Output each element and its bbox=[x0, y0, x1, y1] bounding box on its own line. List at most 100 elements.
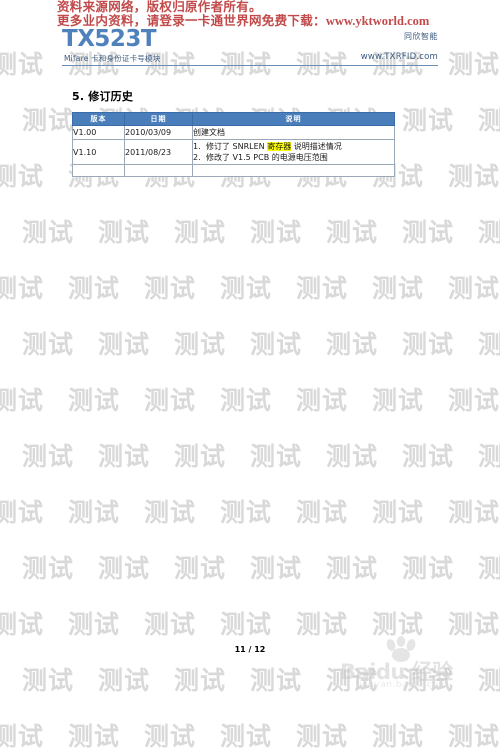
cell-description: 创建文档 bbox=[192, 125, 395, 140]
watermark-tile: 测试 bbox=[0, 610, 45, 639]
page-number: 11 / 12 bbox=[234, 645, 266, 654]
watermark-tile: 测试 bbox=[448, 162, 500, 191]
watermark-tile: 测试 bbox=[220, 386, 273, 415]
product-title: TX523T bbox=[62, 26, 157, 52]
watermark-tile: 测试 bbox=[144, 498, 197, 527]
watermark-tile: 测试 bbox=[174, 218, 227, 247]
column-header-description: 说明 bbox=[192, 112, 395, 126]
source-notice-line2-text: 更多业内资料，请登录一卡通世界网免费下载： bbox=[57, 14, 326, 28]
watermark-tile: 测试 bbox=[448, 610, 500, 639]
watermark-tile: 测试 bbox=[144, 610, 197, 639]
watermark-tile: 测试 bbox=[144, 274, 197, 303]
watermark-tile: 测试 bbox=[0, 50, 45, 79]
watermark-tile: 测试 bbox=[296, 722, 349, 751]
watermark-tile: 测试 bbox=[174, 554, 227, 583]
watermark-tile: 测试 bbox=[68, 274, 121, 303]
watermark-tile: 测试 bbox=[98, 330, 151, 359]
table-row bbox=[72, 164, 395, 177]
watermark-tile: 测试 bbox=[22, 554, 75, 583]
watermark-tile: 测试 bbox=[402, 106, 455, 135]
watermark-tile: 测试 bbox=[326, 218, 379, 247]
watermark-tile: 测试 bbox=[372, 274, 425, 303]
watermark-tile: 测试 bbox=[22, 666, 75, 695]
source-notice-line2: 更多业内资料，请登录一卡通世界网免费下载：www.yktworld.com bbox=[57, 15, 429, 28]
list-item: 2. 修改了 V1.5 PCB 的电源电压范围 bbox=[193, 152, 394, 163]
cell-version bbox=[72, 164, 125, 177]
list-item-text: 修改了 V1.5 PCB 的电源电压范围 bbox=[206, 153, 328, 162]
watermark-tile: 测试 bbox=[174, 330, 227, 359]
watermark-tile: 测试 bbox=[478, 442, 500, 471]
cell-version: V1.10 bbox=[72, 139, 125, 165]
cell-date: 2011/08/23 bbox=[124, 139, 193, 165]
watermark-tile: 测试 bbox=[402, 330, 455, 359]
watermark-tile: 测试 bbox=[250, 218, 303, 247]
watermark-tile: 测试 bbox=[22, 330, 75, 359]
watermark-tile: 测试 bbox=[0, 162, 45, 191]
source-notice-line1: 资料来源网络，版权归原作者所有。 bbox=[57, 0, 262, 14]
table-row: V1.10 2011/08/23 1. 修订了 SNRLEN 寄存器 说明描述情况… bbox=[72, 139, 395, 165]
watermark-tile: 测试 bbox=[0, 498, 45, 527]
watermark-tile: 测试 bbox=[22, 442, 75, 471]
cell-date bbox=[124, 164, 193, 177]
list-item-text-before: 修订了 SNRLEN bbox=[206, 142, 268, 151]
watermark-tile: 测试 bbox=[68, 498, 121, 527]
watermark-tile: 测试 bbox=[326, 330, 379, 359]
watermark-tile: 测试 bbox=[478, 330, 500, 359]
list-item-number: 1. bbox=[193, 142, 201, 151]
table-row: V1.00 2010/03/09 创建文档 bbox=[72, 125, 395, 140]
watermark-tile: 测试 bbox=[98, 442, 151, 471]
watermark-tile: 测试 bbox=[98, 554, 151, 583]
watermark-tile: 测试 bbox=[402, 554, 455, 583]
watermark-tile: 测试 bbox=[448, 722, 500, 751]
company-website: www.TXRFID.com bbox=[360, 52, 438, 62]
watermark-tile: 测试 bbox=[144, 386, 197, 415]
source-notice: 资料来源网络，版权归原作者所有。 更多业内资料，请登录一卡通世界网免费下载：ww… bbox=[57, 1, 429, 28]
watermark-tile: 测试 bbox=[296, 274, 349, 303]
watermark-tile: 测试 bbox=[448, 274, 500, 303]
list-item: 1. 修订了 SNRLEN 寄存器 说明描述情况 bbox=[193, 141, 394, 152]
watermark-tile: 测试 bbox=[250, 554, 303, 583]
watermark-tile: 测试 bbox=[22, 106, 75, 135]
cell-date: 2010/03/09 bbox=[124, 125, 193, 140]
watermark-tile: 测试 bbox=[478, 554, 500, 583]
column-header-version: 版本 bbox=[72, 112, 125, 126]
watermark-tile: 测试 bbox=[402, 442, 455, 471]
list-item-text-after: 说明描述情况 bbox=[291, 142, 342, 151]
watermark-tile: 测试 bbox=[402, 218, 455, 247]
cell-description: 1. 修订了 SNRLEN 寄存器 说明描述情况 2. 修改了 V1.5 PCB 的… bbox=[192, 139, 395, 165]
watermark-tile: 测试 bbox=[0, 274, 45, 303]
document-page: 测试测试测试测试测试测试测试测试测试测试测试测试测试测试测试测试测试测试测试测试… bbox=[0, 0, 500, 751]
product-subtitle: Mifare 卡和身份证卡号模块 bbox=[64, 54, 161, 63]
watermark-tile: 测试 bbox=[174, 442, 227, 471]
header-divider bbox=[62, 65, 438, 66]
watermark-tile: 测试 bbox=[372, 722, 425, 751]
cell-version: V1.00 bbox=[72, 125, 125, 140]
watermark-tile: 测试 bbox=[448, 386, 500, 415]
document-letterhead: TX523T Mifare 卡和身份证卡号模块 同欣智能 www.TXRFID.… bbox=[62, 28, 438, 64]
table-header-row: 版本 日期 说明 bbox=[72, 112, 395, 126]
highlighted-term: 寄存器 bbox=[267, 142, 292, 151]
watermark-tile: 测试 bbox=[68, 386, 121, 415]
cell-description bbox=[192, 164, 395, 177]
baidu-watermark-text: Baidu 经验 bbox=[340, 660, 453, 684]
column-header-date: 日期 bbox=[124, 112, 193, 126]
watermark-tile: 测试 bbox=[326, 554, 379, 583]
table-body: V1.00 2010/03/09 创建文档 V1.10 2011/08/23 1… bbox=[72, 125, 395, 177]
watermark-tile: 测试 bbox=[220, 274, 273, 303]
watermark-tile: 测试 bbox=[296, 610, 349, 639]
description-list: 1. 修订了 SNRLEN 寄存器 说明描述情况 2. 修改了 V1.5 PCB 的… bbox=[193, 141, 394, 163]
table-header: 版本 日期 说明 bbox=[72, 112, 395, 126]
watermark-tile: 测试 bbox=[0, 386, 45, 415]
watermark-tile: 测试 bbox=[220, 610, 273, 639]
watermark-tile: 测试 bbox=[68, 722, 121, 751]
watermark-layer: 测试测试测试测试测试测试测试测试测试测试测试测试测试测试测试测试测试测试测试测试… bbox=[0, 0, 500, 751]
watermark-tile: 测试 bbox=[144, 722, 197, 751]
watermark-tile: 测试 bbox=[448, 498, 500, 527]
watermark-tile: 测试 bbox=[372, 498, 425, 527]
baidu-watermark-url: jingyan.baidu.com bbox=[356, 680, 448, 690]
watermark-tile: 测试 bbox=[326, 666, 379, 695]
watermark-tile: 测试 bbox=[372, 610, 425, 639]
source-notice-url: www.yktworld.com bbox=[325, 14, 430, 28]
watermark-tile: 测试 bbox=[478, 666, 500, 695]
company-name: 同欣智能 bbox=[404, 32, 438, 41]
